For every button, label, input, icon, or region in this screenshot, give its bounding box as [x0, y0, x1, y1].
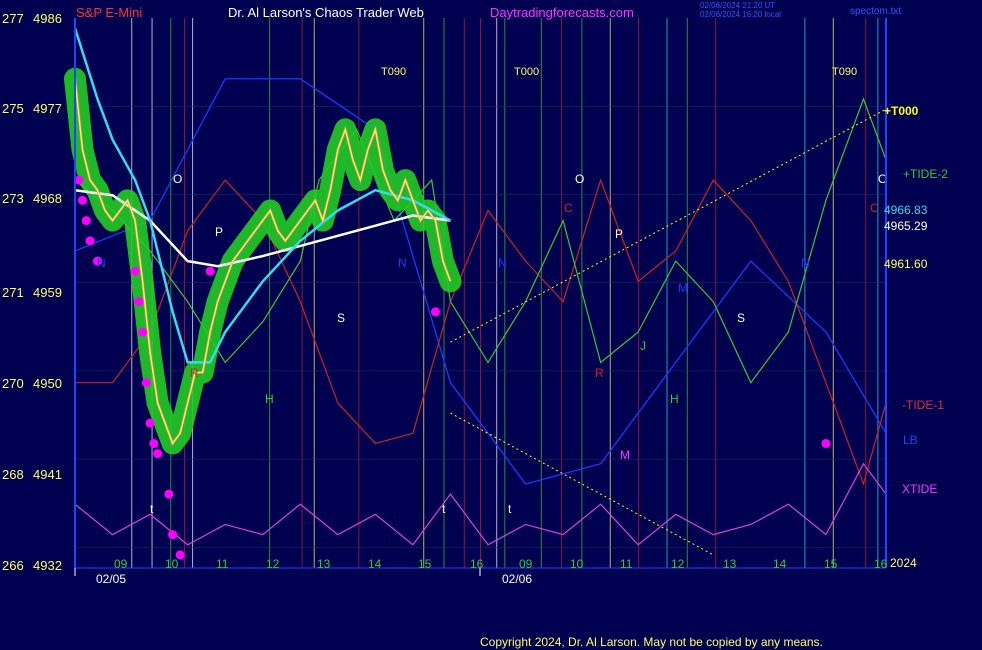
- x-tick-2: 11: [216, 557, 229, 571]
- signal-dot-13: [168, 530, 178, 540]
- cycle-letter-15: J: [640, 339, 646, 353]
- cycle-letter-10: C: [564, 201, 573, 215]
- signal-dot-16: [430, 307, 440, 317]
- signal-dot-1: [78, 195, 88, 205]
- x-tick-4: 13: [317, 557, 331, 571]
- signal-dot-3: [85, 236, 95, 246]
- signal-dot-2: [81, 216, 91, 226]
- x-tick-6: 15: [418, 557, 432, 571]
- x-tick-1: 10: [165, 557, 179, 571]
- signal-dot-7: [138, 327, 148, 337]
- x-tick-0: 09: [114, 557, 128, 571]
- y-left-label-0: 277: [2, 11, 24, 26]
- file-label: spectom.txt: [850, 6, 901, 17]
- y-right-label-2: 4968: [33, 191, 62, 206]
- instrument-label: S&P E-Mini: [76, 5, 142, 20]
- signal-dot-11: [153, 449, 163, 459]
- y-left-label-1: 275: [2, 101, 24, 116]
- label-xtide: XTIDE: [902, 482, 937, 496]
- label-lb: LB: [903, 433, 918, 447]
- signal-dot-6: [134, 297, 144, 307]
- cycle-letter-8: N: [498, 256, 507, 270]
- x-tick-7: 16: [470, 557, 484, 571]
- cycle-letter-7: N: [398, 256, 407, 270]
- signal-dot-12: [164, 489, 174, 499]
- cycle-letter-4: S: [337, 311, 345, 325]
- label-t000: +T000: [884, 104, 919, 118]
- cycle-letter-17: S: [737, 311, 745, 325]
- cycle-letter-20: C: [870, 201, 879, 215]
- cycle-letter-11: P: [615, 227, 623, 241]
- marker-t090-1: T090: [381, 66, 406, 78]
- date-label-1: 02/05: [96, 572, 126, 586]
- x-tick-3: 12: [266, 557, 280, 571]
- y-left-label-2: 273: [2, 191, 24, 206]
- cycle-letter-3: R: [190, 366, 199, 380]
- copyright: Copyright 2024, Dr. Al Larson. May not b…: [480, 635, 823, 649]
- cycle-letter-1: P: [215, 225, 223, 239]
- x-tick-10: 11: [620, 557, 633, 571]
- y-left-label-4: 270: [2, 376, 24, 391]
- date-label-2: 02/06: [502, 572, 532, 586]
- cycle-letter-13: M: [620, 448, 630, 462]
- cycle-letter-16: M: [678, 281, 688, 295]
- y-right-label-4: 4950: [33, 376, 62, 391]
- signal-dot-17: [821, 438, 831, 448]
- y-left-label-5: 268: [2, 467, 24, 482]
- y-right-label-3: 4959: [33, 285, 62, 300]
- marker-t090-2: T090: [832, 66, 857, 78]
- cycle-letter-14: H: [670, 392, 679, 406]
- label-tide1: -TIDE-1: [902, 398, 944, 412]
- x-tick-12: 13: [723, 557, 737, 571]
- cycle-letter-18: N: [801, 256, 810, 270]
- cycle-letter-5: H: [265, 392, 274, 406]
- signal-dot-8: [141, 378, 151, 388]
- signal-dot-10: [149, 438, 159, 448]
- stamp-ut: 02/06/2024 21:20 UT: [700, 1, 775, 10]
- x-tick-5: 14: [368, 557, 382, 571]
- y-left-label-3: 271: [2, 285, 24, 300]
- cycle-letter-2: N: [97, 256, 106, 270]
- signal-dot-9: [145, 418, 155, 428]
- x-tick-15: 16: [874, 557, 888, 571]
- cycle-letter-0: O: [173, 172, 182, 186]
- y-right-label-5: 4941: [33, 467, 62, 482]
- cycle-letter-9: O: [575, 172, 584, 186]
- cycle-letter-12: R: [595, 366, 604, 380]
- x-tick-14: 15: [824, 557, 838, 571]
- price-chart: OPNRSHtN NOCPRMHJMSNOCt t S&P E-Mini Dr. A…: [0, 0, 982, 650]
- signal-dot-5: [130, 266, 140, 276]
- signal-dot-15: [205, 266, 215, 276]
- value-1: 4966.83: [884, 203, 928, 217]
- site-link[interactable]: Daytradingforecasts.com: [490, 5, 634, 20]
- x-tick-8: 09: [519, 557, 533, 571]
- stamp-local: 02/06/2024 16:20 local: [700, 10, 781, 19]
- year-label: 2024: [890, 556, 917, 570]
- y-right-label-0: 4986: [33, 11, 62, 26]
- x-tick-11: 12: [671, 557, 685, 571]
- x-tick-13: 14: [773, 557, 787, 571]
- value-2: 4965.29: [884, 219, 928, 233]
- label-tide2: +TIDE-2: [903, 167, 948, 181]
- value-3: 4961.60: [884, 257, 928, 271]
- y-right-label-6: 4932: [33, 558, 62, 573]
- chart-title: Dr. Al Larson's Chaos Trader Web: [228, 5, 424, 20]
- y-right-label-1: 4977: [33, 101, 62, 116]
- y-left-label-6: 266: [2, 558, 24, 573]
- x-tick-9: 10: [570, 557, 584, 571]
- chart-window: OPNRSHtNNOCPRMHJMSNOCtt S&P E-Mini Dr. A…: [0, 0, 982, 650]
- marker-t000: T000: [514, 66, 539, 78]
